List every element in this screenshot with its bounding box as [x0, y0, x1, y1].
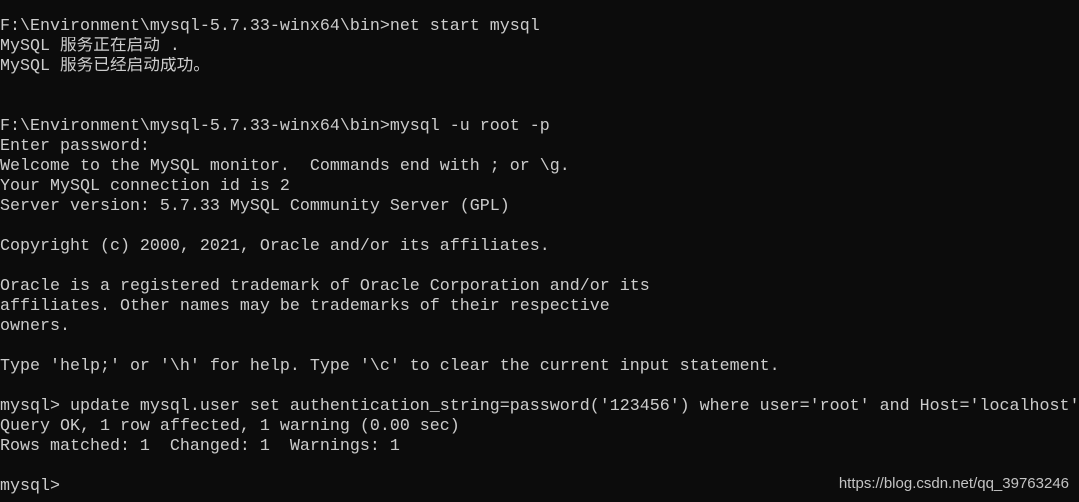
terminal-line: Server version: 5.7.33 MySQL Community S… — [0, 197, 510, 216]
terminal-line: Query OK, 1 row affected, 1 warning (0.0… — [0, 417, 460, 436]
terminal-line: MySQL 服务已经启动成功。 — [0, 57, 210, 76]
terminal-line: owners. — [0, 317, 70, 336]
terminal-output[interactable]: F:\Environment\mysql-5.7.33-winx64\bin>n… — [0, 17, 1079, 497]
terminal-line: mysql> update mysql.user set authenticat… — [0, 397, 1079, 416]
terminal-line: Oracle is a registered trademark of Orac… — [0, 277, 650, 296]
terminal-line: Welcome to the MySQL monitor. Commands e… — [0, 157, 570, 176]
terminal-line: Enter password: — [0, 137, 150, 156]
terminal-line: F:\Environment\mysql-5.7.33-winx64\bin>n… — [0, 17, 540, 36]
terminal-line: MySQL 服务正在启动 . — [0, 37, 180, 56]
terminal-line: Type 'help;' or '\h' for help. Type '\c'… — [0, 357, 780, 376]
terminal-line: Your MySQL connection id is 2 — [0, 177, 290, 196]
terminal-line: Rows matched: 1 Changed: 1 Warnings: 1 — [0, 437, 400, 456]
terminal-line: Copyright (c) 2000, 2021, Oracle and/or … — [0, 237, 550, 256]
watermark: https://blog.csdn.net/qq_39763246 — [838, 475, 1069, 492]
terminal-line: affiliates. Other names may be trademark… — [0, 297, 610, 316]
terminal-line: F:\Environment\mysql-5.7.33-winx64\bin>m… — [0, 117, 550, 136]
